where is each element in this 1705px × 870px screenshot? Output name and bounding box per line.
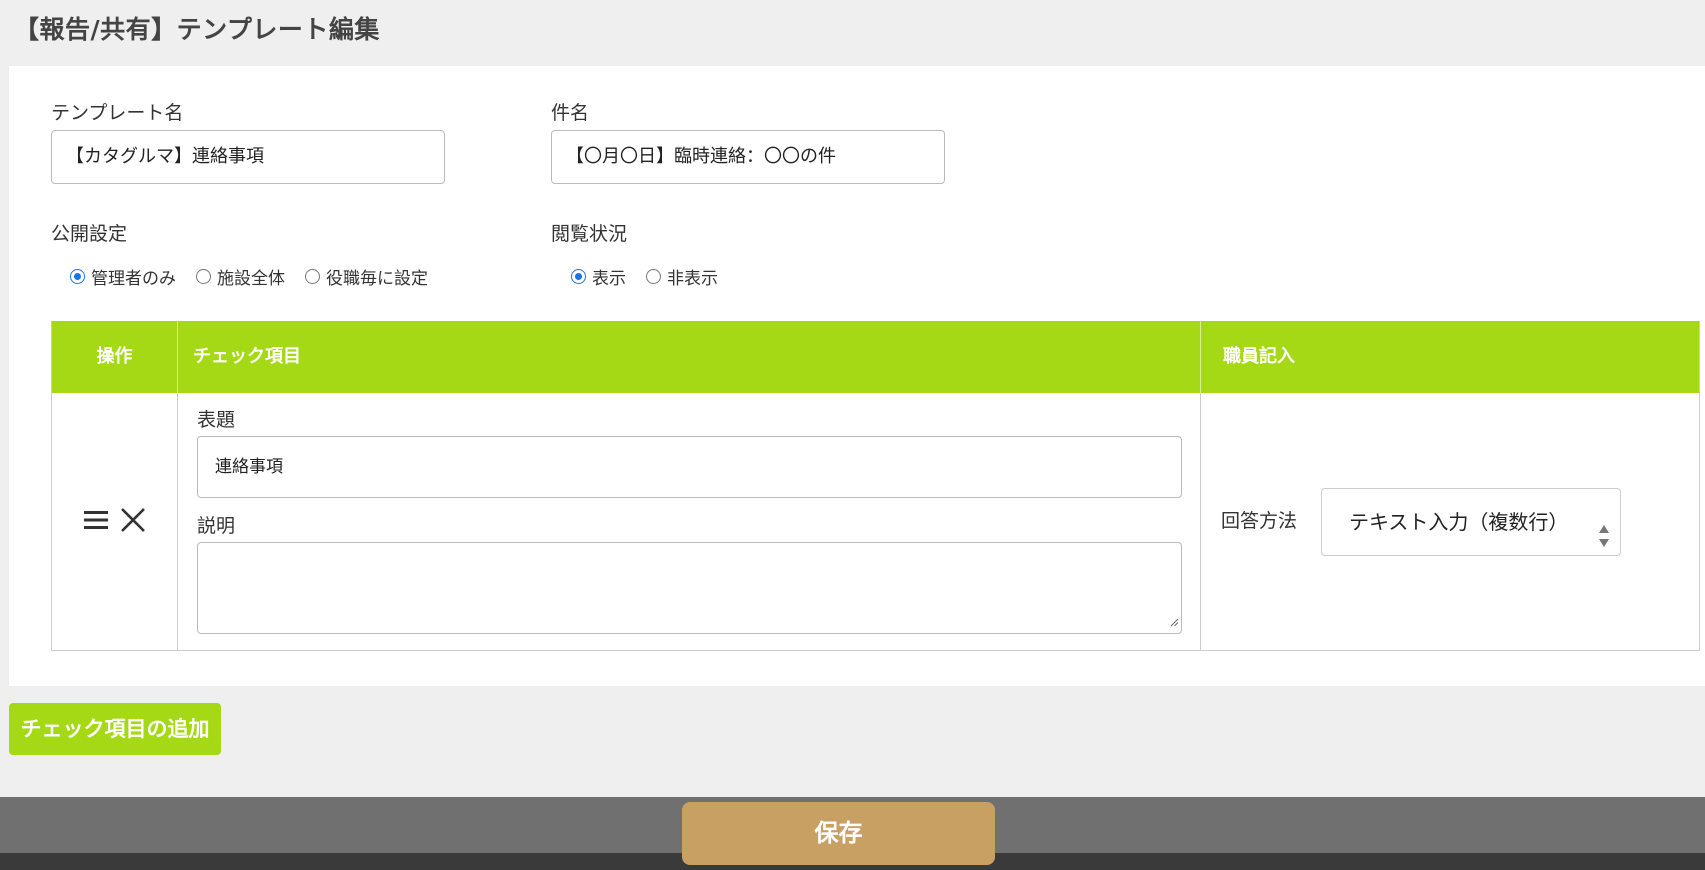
read-status-option-label: 非表示: [667, 269, 718, 289]
radio-unchecked-icon[interactable]: [305, 269, 320, 284]
template-name-input[interactable]: 【カタグルマ】連絡事項: [51, 130, 445, 184]
subject-input[interactable]: 【〇月〇日】臨時連絡：〇〇の件: [551, 130, 945, 184]
description-textarea[interactable]: [197, 542, 1182, 634]
read-status-label: 閲覧状況: [551, 223, 628, 245]
radio-checked-icon[interactable]: [571, 269, 586, 284]
template-name-label: テンプレート名: [51, 102, 184, 124]
resize-grip-icon[interactable]: [1169, 612, 1179, 631]
header-operation: 操作: [96, 346, 133, 367]
radio-unchecked-icon[interactable]: [646, 269, 661, 284]
add-check-item-button[interactable]: チェック項目の追加: [9, 703, 221, 755]
radio-checked-icon[interactable]: [70, 269, 85, 284]
visibility-option-per-role[interactable]: 役職毎に設定: [305, 264, 428, 289]
subject-label: 件名: [551, 102, 590, 124]
visibility-option-whole-facility[interactable]: 施設全体: [196, 264, 285, 289]
row-check-item: 表題 連絡事項 説明: [177, 393, 1200, 651]
title-input[interactable]: 連絡事項: [197, 436, 1182, 498]
visibility-option-label: 管理者のみ: [91, 269, 176, 289]
answer-method-value: テキスト入力（複数行）: [1349, 510, 1569, 534]
page-title: 【報告/共有】テンプレート編集: [14, 15, 380, 44]
delete-x-icon[interactable]: [120, 507, 146, 537]
table-header: 操作 チェック項目 職員記入: [52, 321, 1699, 393]
visibility-option-label: 役職毎に設定: [326, 269, 428, 289]
save-button[interactable]: 保存: [682, 802, 995, 865]
description-label: 説明: [197, 515, 236, 537]
header-check-item: チェック項目: [177, 321, 1200, 393]
visibility-label: 公開設定: [51, 223, 128, 245]
read-status-option-label: 表示: [592, 269, 626, 289]
read-status-option-show[interactable]: 表示: [571, 264, 626, 289]
header-staff-entry: 職員記入: [1200, 321, 1699, 393]
drag-handle-icon[interactable]: [83, 509, 108, 535]
visibility-radio-group: 管理者のみ 施設全体 役職毎に設定: [70, 264, 448, 289]
read-status-radio-group: 表示 非表示: [571, 264, 738, 289]
title-label: 表題: [197, 409, 236, 431]
row-staff-entry: 回答方法 テキスト入力（複数行）: [1200, 393, 1699, 651]
row-operations: [52, 393, 177, 651]
select-arrows-icon: [1598, 509, 1610, 575]
visibility-option-admin-only[interactable]: 管理者のみ: [70, 264, 176, 289]
visibility-option-label: 施設全体: [217, 269, 285, 289]
check-items-table: 操作 チェック項目 職員記入 表題 連絡事項 説明 回答方法 テキスト入力（複数…: [51, 321, 1700, 651]
answer-method-label: 回答方法: [1221, 510, 1298, 532]
read-status-option-hide[interactable]: 非表示: [646, 264, 718, 289]
radio-unchecked-icon[interactable]: [196, 269, 211, 284]
table-row: 表題 連絡事項 説明 回答方法 テキスト入力（複数行）: [52, 393, 1699, 651]
answer-method-select[interactable]: テキスト入力（複数行）: [1321, 488, 1621, 556]
